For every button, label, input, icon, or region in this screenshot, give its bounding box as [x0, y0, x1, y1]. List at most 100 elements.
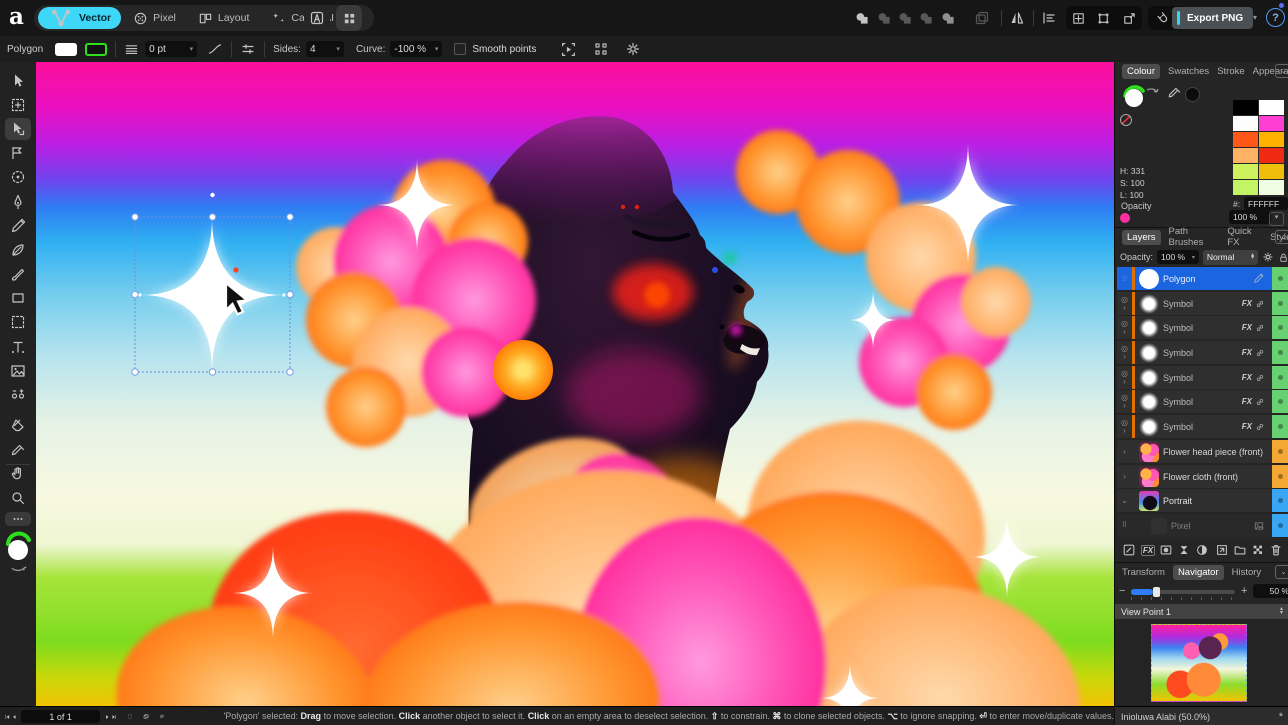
tab-colour[interactable]: Colour	[1122, 63, 1160, 79]
node-marker[interactable]	[634, 204, 640, 210]
text-tool[interactable]	[5, 336, 31, 358]
page-indicator[interactable]: 1 of 1	[21, 710, 101, 723]
boolean-add-button[interactable]	[852, 8, 872, 28]
export-options-chevron-icon[interactable]: ▾	[1253, 13, 1257, 22]
pan-tool[interactable]	[5, 462, 31, 484]
tab-history[interactable]: History	[1232, 567, 1262, 578]
layer-collapse-chevron-icon[interactable]: ⌄	[1117, 496, 1132, 505]
layer-edit-badge-icon[interactable]: ⁝⁝	[1117, 274, 1132, 283]
tab-canva-ai[interactable]: Canva AI	[261, 7, 344, 29]
view-point-select[interactable]: View Point 1 ▴ ▾	[1115, 604, 1288, 619]
swatch[interactable]	[1259, 148, 1284, 163]
export-png-button[interactable]: Export PNG	[1172, 7, 1254, 29]
link-icon[interactable]	[1255, 422, 1265, 432]
shape-tool[interactable]	[5, 287, 31, 309]
swatch[interactable]	[1233, 116, 1258, 131]
layer-visibility-toggle[interactable]	[1272, 366, 1288, 389]
layer-visibility-toggle[interactable]	[1272, 440, 1288, 463]
new-pixel-layer-button[interactable]	[1249, 542, 1266, 559]
colour-picker-icon[interactable]	[1167, 86, 1182, 101]
pencil-tool[interactable]	[5, 215, 31, 237]
layer-settings-gear-icon[interactable]	[1262, 250, 1274, 264]
move-tool[interactable]	[5, 70, 31, 92]
tab-layout[interactable]: Layout	[188, 7, 260, 29]
fx-icon[interactable]: FX	[1242, 299, 1252, 308]
artboard-tool[interactable]	[5, 94, 31, 116]
list-view-icon[interactable]	[159, 710, 165, 723]
stroke-swatch[interactable]	[85, 42, 108, 56]
contour-tool[interactable]	[5, 142, 31, 164]
layer-row-symbol[interactable]: ◎ › Symbol FX	[1117, 292, 1288, 315]
layer-row-symbol[interactable]: ◎ › Symbol FX	[1117, 316, 1288, 339]
fill-stroke-indicator[interactable]	[1119, 82, 1165, 112]
swatch[interactable]	[1259, 100, 1284, 115]
delete-layer-button[interactable]	[1267, 542, 1284, 559]
layer-expand-chevron-icon[interactable]: ›	[1117, 472, 1132, 481]
tab-stroke[interactable]: Stroke	[1217, 66, 1244, 77]
zoom-value-field[interactable]: 50 %	[1253, 584, 1288, 598]
swatch[interactable]	[1233, 164, 1258, 179]
first-page-icon[interactable]	[4, 710, 11, 724]
blend-mode-select[interactable]: Normal ▴ ▾	[1202, 249, 1259, 265]
affinity-logo[interactable]: a	[9, 4, 31, 30]
transform-move-icon[interactable]	[1071, 11, 1086, 26]
layer-row-symbol[interactable]: ◎ › Symbol FX	[1117, 415, 1288, 438]
boolean-intersect-button[interactable]	[895, 8, 915, 28]
translate-badge-button[interactable]	[304, 5, 330, 31]
no-colour-icon[interactable]	[1120, 114, 1132, 126]
smooth-points-checkbox[interactable]	[454, 43, 467, 55]
panel-collapse-chevron-icon[interactable]: ⌄	[1275, 230, 1288, 244]
tab-vector[interactable]: Vector	[38, 7, 122, 29]
properties-sliders-icon[interactable]	[240, 41, 256, 57]
tab-transform[interactable]: Transform	[1122, 567, 1165, 578]
node-marker[interactable]	[712, 267, 718, 273]
layer-visibility-toggle[interactable]	[1272, 267, 1288, 290]
layer-row-flower-cloth[interactable]: › Flower cloth (front)	[1117, 465, 1288, 488]
mask-layer-button[interactable]	[1158, 542, 1175, 559]
duplicate-button[interactable]	[972, 8, 992, 28]
layer-expand-chevron-icon[interactable]: ›	[1117, 447, 1132, 456]
layer-visibility-toggle[interactable]	[1272, 415, 1288, 438]
tab-swatches[interactable]: Swatches	[1168, 66, 1209, 77]
boolean-divide-button[interactable]	[938, 8, 958, 28]
layer-row-symbol[interactable]: ◎ › Symbol FX	[1117, 390, 1288, 413]
fx-icon[interactable]: FX	[1242, 323, 1252, 332]
stroke-width-field[interactable]: 0 pt ▾	[145, 41, 198, 57]
tab-layers[interactable]: Layers	[1122, 229, 1161, 245]
swap-colours-icon[interactable]	[1146, 88, 1159, 93]
next-page-icon[interactable]	[104, 710, 111, 724]
more-tools-button[interactable]	[5, 512, 31, 526]
tab-path-brushes[interactable]: Path Brushes	[1169, 226, 1220, 248]
paint-brush-tool[interactable]	[5, 263, 31, 285]
swatch[interactable]	[1259, 180, 1284, 195]
duplicate-doc-icon[interactable]	[143, 710, 149, 723]
layer-visibility-toggle[interactable]	[1272, 390, 1288, 413]
fx-icon[interactable]: FX	[1242, 422, 1252, 431]
marquee-selection-tool[interactable]	[5, 311, 31, 333]
link-icon[interactable]	[1255, 373, 1265, 383]
layer-visibility-toggle[interactable]	[1272, 316, 1288, 339]
opacity-chevron-icon[interactable]: ▾	[1269, 212, 1284, 226]
selection-brush-tool[interactable]	[5, 166, 31, 188]
link-icon[interactable]	[1255, 397, 1265, 407]
curve-node-marker[interactable]	[233, 267, 239, 273]
zoom-in-button[interactable]: +	[1241, 585, 1247, 597]
live-filter-button[interactable]	[1194, 542, 1211, 559]
edit-all-layers-button[interactable]	[1120, 542, 1137, 559]
zoom-slider-knob[interactable]	[1153, 587, 1160, 597]
link-icon[interactable]	[1255, 299, 1265, 309]
stroke-profile-icon[interactable]	[207, 41, 223, 57]
node-edit-tool[interactable]	[5, 384, 31, 406]
layer-expand-chevron-icon[interactable]: ◎ ›	[1117, 369, 1132, 386]
layer-visibility-toggle[interactable]	[1272, 489, 1288, 512]
tab-pixel[interactable]: Pixel	[123, 7, 186, 29]
fill-swatch[interactable]	[55, 42, 78, 56]
panel-collapse-chevron-icon[interactable]: ⌄	[1275, 64, 1288, 78]
layer-visibility-toggle[interactable]	[1272, 514, 1288, 537]
secondary-colour-well[interactable]	[1185, 87, 1200, 102]
curve-field[interactable]: -100 % ▾	[390, 41, 443, 57]
snapping-grid-icon[interactable]	[593, 41, 609, 57]
alignment-button[interactable]	[1039, 8, 1059, 28]
fx-icon[interactable]: FX	[1242, 348, 1252, 357]
previous-page-icon[interactable]	[11, 710, 18, 724]
